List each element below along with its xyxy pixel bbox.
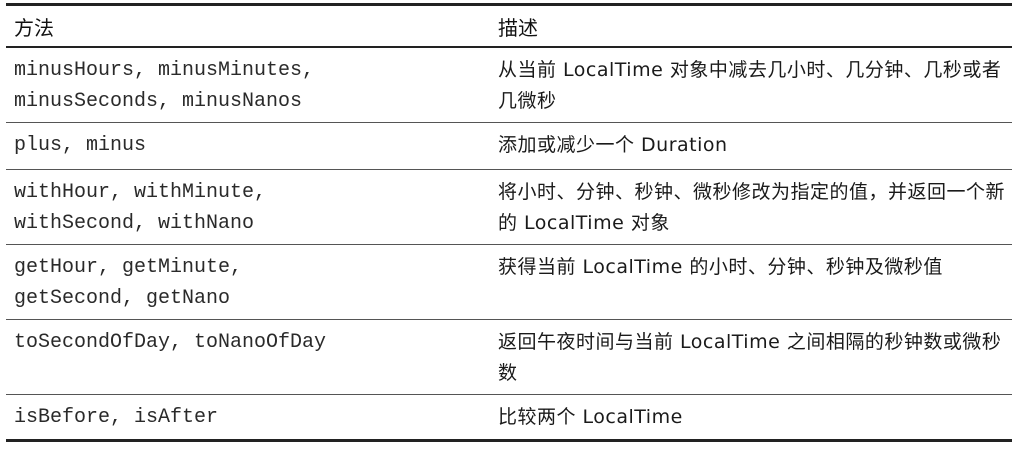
description-cell: 获得当前 LocalTime 的小时、分钟、秒钟及微秒值 — [498, 256, 943, 278]
method-cell: withHour, withMinute, withSecond, withNa… — [14, 181, 267, 235]
table-bottom-rule — [6, 439, 1012, 442]
header-description: 描述 — [498, 15, 538, 40]
header-method: 方法 — [14, 15, 54, 40]
method-cell: plus, minus — [14, 134, 147, 157]
method-cell: minusHours, minusMinutes, minusSeconds, … — [14, 59, 315, 113]
table-row: toSecondOfDay, toNanoOfDay 返回午夜时间与当前 Loc… — [6, 320, 1012, 394]
method-cell: isBefore, isAfter — [14, 406, 219, 429]
method-table: 方法 描述 minusHours, minusMinutes, minusSec… — [6, 3, 1012, 442]
table-row: withHour, withMinute, withSecond, withNa… — [6, 170, 1012, 244]
description-cell: 将小时、分钟、秒钟、微秒修改为指定的值，并返回一个新的 LocalTime 对象 — [498, 181, 1006, 234]
description-cell: 添加或减少一个 Duration — [498, 134, 728, 156]
description-cell: 从当前 LocalTime 对象中减去几小时、几分钟、几秒或者几微秒 — [498, 59, 1002, 112]
method-cell: toSecondOfDay, toNanoOfDay — [14, 331, 327, 354]
description-cell: 返回午夜时间与当前 LocalTime 之间相隔的秒钟数或微秒数 — [498, 331, 1002, 384]
table-header-row: 方法 描述 — [6, 6, 1012, 46]
table-row: minusHours, minusMinutes, minusSeconds, … — [6, 48, 1012, 122]
table-row: plus, minus 添加或减少一个 Duration — [6, 123, 1012, 169]
description-cell: 比较两个 LocalTime — [498, 406, 683, 428]
table-row: getHour, getMinute, getSecond, getNano 获… — [6, 245, 1012, 319]
method-cell: getHour, getMinute, getSecond, getNano — [14, 256, 243, 310]
table-row: isBefore, isAfter 比较两个 LocalTime — [6, 395, 1012, 439]
